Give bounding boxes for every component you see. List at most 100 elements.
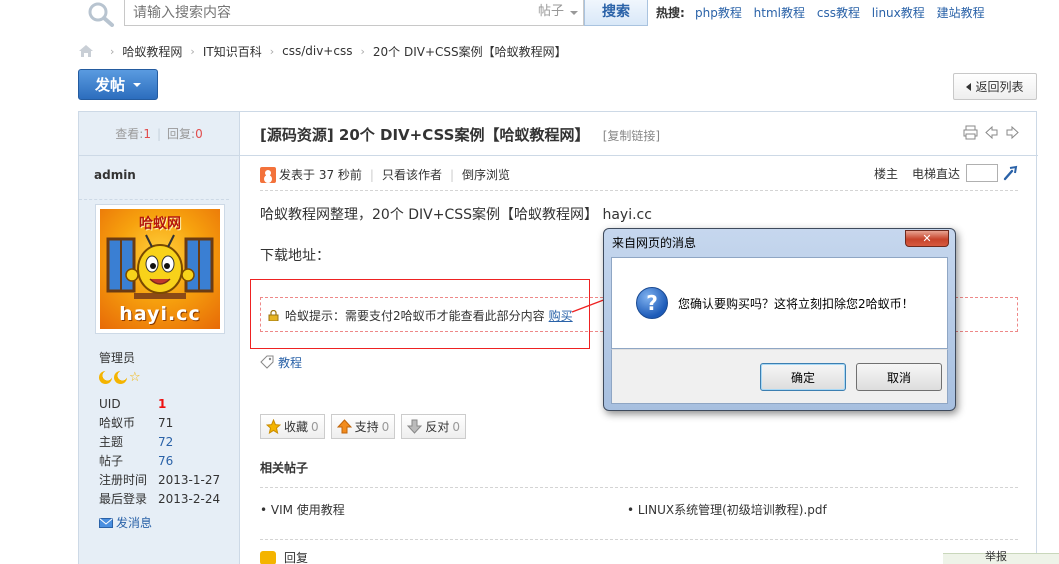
question-icon: ? (636, 287, 668, 319)
divider (260, 190, 1018, 191)
related-post-link[interactable]: • LINUX系统管理(初级培训教程).pdf (627, 501, 827, 518)
favorite-label: 收藏 (284, 420, 309, 434)
replies-label: 回复: (167, 127, 196, 141)
meta-value: 1 (158, 396, 167, 411)
hot-link[interactable]: html教程 (754, 6, 805, 20)
hot-link[interactable]: linux教程 (872, 6, 925, 20)
author-meta: UID 1 哈蚁币 71 主题 72 帖子 76 注册时间 2013-1-27 … (99, 394, 220, 508)
breadcrumb-item[interactable]: css/div+css (282, 44, 352, 58)
reply-label: 回复 (284, 551, 309, 564)
dialog-body: ? 您确认要购买吗？这将立刻扣除您2哈蚁币！ (611, 257, 948, 349)
ok-button[interactable]: 确定 (760, 363, 846, 391)
support-count: 0 (381, 419, 390, 434)
meta-key: 主题 (99, 435, 124, 449)
new-post-button[interactable]: 发帖 (78, 69, 158, 100)
star-icon: ☆ (129, 370, 141, 385)
oppose-label: 反对 (425, 420, 450, 434)
dialog-title: 来自网页的消息 (612, 236, 697, 250)
meta-value[interactable]: 76 (158, 454, 173, 468)
search-type-select[interactable]: 帖子 (534, 0, 584, 26)
post-meta: 发表于 37 秒前 | 只看该作者 | 倒序浏览 (260, 166, 510, 183)
search-input[interactable] (124, 0, 536, 26)
author-name[interactable]: admin (79, 156, 229, 200)
post-title-text: [源码资源] 20个 DIV+CSS案例【哈蚁教程网】 (260, 126, 590, 144)
reply-icon (260, 550, 276, 564)
hot-link[interactable]: 建站教程 (937, 6, 985, 20)
highlight-box (250, 279, 590, 349)
support-button[interactable]: 支持 0 (330, 414, 396, 439)
home-icon[interactable] (78, 44, 94, 58)
oppose-button[interactable]: 反对 0 (401, 414, 466, 439)
oppose-count: 0 (452, 419, 460, 434)
breadcrumb: › 哈蚁教程网 › IT知识百科 › css/div+css › 20个 DIV… (78, 42, 567, 60)
arrow-down-icon (407, 419, 423, 434)
send-message-link[interactable]: 发消息 (99, 514, 152, 531)
hot-link[interactable]: php教程 (695, 6, 742, 20)
floor-jump-input[interactable] (966, 164, 998, 182)
breadcrumb-item[interactable]: IT知识百科 (203, 43, 262, 60)
reply-row[interactable]: 回复 (260, 549, 308, 564)
floor-info: 楼主 电梯直达 (874, 164, 1018, 182)
jump-label: 电梯直达 (911, 166, 960, 181)
arrow-up-icon (336, 419, 352, 434)
meta-key: 帖子 (99, 454, 124, 468)
print-icon[interactable] (963, 125, 978, 140)
avatar-image: 哈蚁网 hayi.cc (100, 209, 220, 329)
user-icon (260, 166, 276, 183)
breadcrumb-separator: › (269, 44, 275, 58)
moon-icon (99, 371, 112, 384)
post-actions: 收藏 0 支持 0 反对 0 (260, 414, 466, 439)
back-to-list-label: 返回列表 (975, 80, 1024, 94)
star-icon (266, 419, 281, 434)
search-icon (88, 2, 114, 27)
meta-row-coins: 哈蚁币 71 (99, 413, 220, 432)
post-title-row: [源码资源] 20个 DIV+CSS案例【哈蚁教程网】 [复制链接] (240, 112, 1038, 156)
related-post-link[interactable]: • VIM 使用教程 (260, 501, 345, 518)
thread-stats: 查看: 1 | 回复: 0 (79, 112, 239, 156)
copy-link[interactable]: [复制链接] (603, 129, 660, 143)
title-tools (963, 125, 1020, 140)
chevron-down-icon (570, 11, 578, 15)
meta-row-registered: 注册时间 2013-1-27 (99, 470, 220, 489)
breadcrumb-separator: › (110, 44, 115, 58)
chevron-down-icon (133, 82, 141, 87)
search-bar: 帖子 搜索 热搜: php教程 html教程 css教程 linux教程 建站教… (78, 0, 1046, 30)
hot-link[interactable]: css教程 (817, 6, 860, 20)
breadcrumb-item[interactable]: 哈蚁教程网 (122, 43, 182, 60)
tag-link[interactable]: 教程 (278, 354, 302, 371)
meta-row-posts: 帖子 76 (99, 451, 220, 470)
avatar-url-text: hayi.cc (119, 303, 201, 325)
meta-row-threads: 主题 72 (99, 432, 220, 451)
dialog-message: 您确认要购买吗？这将立刻扣除您2哈蚁币！ (678, 297, 914, 311)
close-icon: ✕ (922, 232, 932, 245)
author-sidebar: 查看: 1 | 回复: 0 admin 哈蚁网 hayi.cc 管理员 ☆ UI… (79, 112, 240, 564)
support-label: 支持 (354, 420, 379, 434)
divider (260, 539, 1018, 540)
next-thread-icon[interactable] (1005, 125, 1020, 140)
search-button[interactable]: 搜索 (584, 0, 648, 26)
post-body-download: 下载地址： (260, 248, 330, 264)
breadcrumb-item[interactable]: 20个 DIV+CSS案例【哈蚁教程网】 (373, 43, 567, 60)
replies-count: 0 (195, 126, 203, 141)
rank-stars: ☆ (99, 371, 141, 384)
meta-key: 注册时间 (99, 473, 148, 487)
hot-search-label: 热搜: (656, 6, 685, 20)
meta-divider: | (449, 167, 455, 182)
reverse-order-link[interactable]: 倒序浏览 (462, 166, 510, 183)
dialog-close-button[interactable]: ✕ (905, 230, 949, 247)
send-message-label: 发消息 (116, 516, 153, 530)
back-to-list-button[interactable]: 返回列表 (953, 73, 1037, 100)
report-link[interactable]: 举报 (985, 548, 1007, 564)
post-tags: 教程 (260, 354, 302, 371)
related-posts-title: 相关帖子 (260, 461, 309, 475)
cancel-button[interactable]: 取消 (856, 363, 942, 391)
previous-thread-icon[interactable] (984, 125, 999, 140)
favorite-button[interactable]: 收藏 0 (260, 414, 325, 439)
only-author-link[interactable]: 只看该作者 (382, 166, 442, 183)
meta-value[interactable]: 72 (158, 435, 173, 449)
jump-icon[interactable] (1002, 165, 1018, 181)
meta-row-uid: UID 1 (99, 394, 220, 413)
avatar[interactable]: 哈蚁网 hayi.cc (95, 204, 225, 334)
favorite-count: 0 (311, 419, 319, 434)
floor-label: 楼主 (873, 166, 898, 181)
